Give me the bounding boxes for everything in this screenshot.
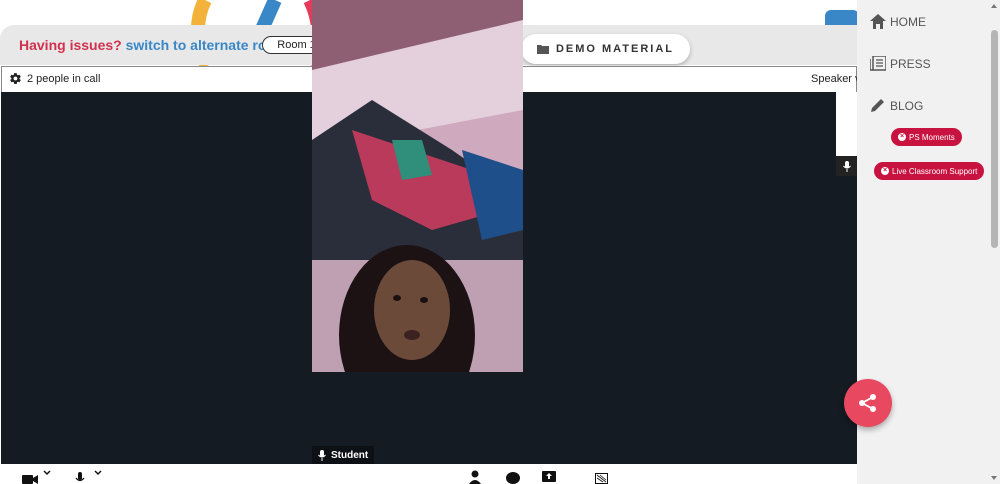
- share-icon: [859, 394, 876, 412]
- person-icon[interactable]: [469, 470, 481, 484]
- secondary-video-thumbnail[interactable]: [836, 92, 857, 176]
- issue-text: Having issues?: [19, 37, 122, 53]
- participant-video-tile[interactable]: [312, 0, 523, 372]
- chevron-down-icon[interactable]: [43, 470, 51, 476]
- chat-icon[interactable]: [506, 472, 520, 484]
- alternate-room-message: Having issues? switch to alternate room: [19, 37, 287, 53]
- close-icon: ×: [881, 167, 889, 175]
- share-button[interactable]: [844, 379, 892, 427]
- scroll-down-arrow[interactable]: [991, 476, 997, 480]
- folder-icon: [536, 45, 549, 54]
- camera-icon[interactable]: [22, 474, 38, 484]
- sidebar-item-label: BLOG: [890, 98, 924, 113]
- home-icon: [870, 14, 886, 29]
- thumbnail-mic: [836, 156, 857, 176]
- sidebar-item-home[interactable]: HOME: [870, 14, 926, 29]
- whiteboard-icon[interactable]: [595, 473, 608, 484]
- close-icon: ×: [898, 133, 906, 141]
- participant-name: Student: [331, 449, 369, 461]
- demo-material-button[interactable]: DEMO MATERIAL: [521, 34, 690, 64]
- people-count: 2 people in call: [27, 73, 101, 85]
- ps-moments-pill[interactable]: × PS Moments: [891, 128, 962, 146]
- pill-label: PS Moments: [909, 132, 955, 142]
- page-scrollbar[interactable]: [989, 0, 1000, 484]
- sidebar-item-press[interactable]: PRESS: [870, 56, 931, 71]
- pill-label: Live Classroom Support: [892, 166, 978, 176]
- sidebar-item-label: HOME: [890, 14, 926, 29]
- participant-video-feed: [312, 0, 523, 372]
- view-mode-toggle[interactable]: Speaker vi: [811, 73, 863, 85]
- screen-share-icon[interactable]: [542, 471, 556, 482]
- participant-label: Student: [312, 446, 375, 464]
- sidebar-item-blog[interactable]: BLOG: [870, 98, 923, 113]
- newspaper-icon: [870, 56, 886, 71]
- microphone-icon[interactable]: [75, 472, 85, 484]
- gear-icon[interactable]: [9, 72, 22, 85]
- microphone-icon: [318, 449, 326, 461]
- scroll-up-arrow[interactable]: [991, 4, 997, 8]
- room-select-value: Room 1: [277, 39, 316, 51]
- microphone-icon: [842, 160, 851, 172]
- demo-material-label: DEMO MATERIAL: [555, 43, 675, 55]
- pencil-icon: [871, 99, 884, 112]
- scroll-thumb[interactable]: [991, 30, 998, 248]
- chevron-down-icon[interactable]: [94, 470, 102, 476]
- call-controls: [0, 464, 857, 484]
- sidebar-item-label: PRESS: [890, 56, 931, 71]
- live-classroom-support-pill[interactable]: × Live Classroom Support: [874, 162, 985, 180]
